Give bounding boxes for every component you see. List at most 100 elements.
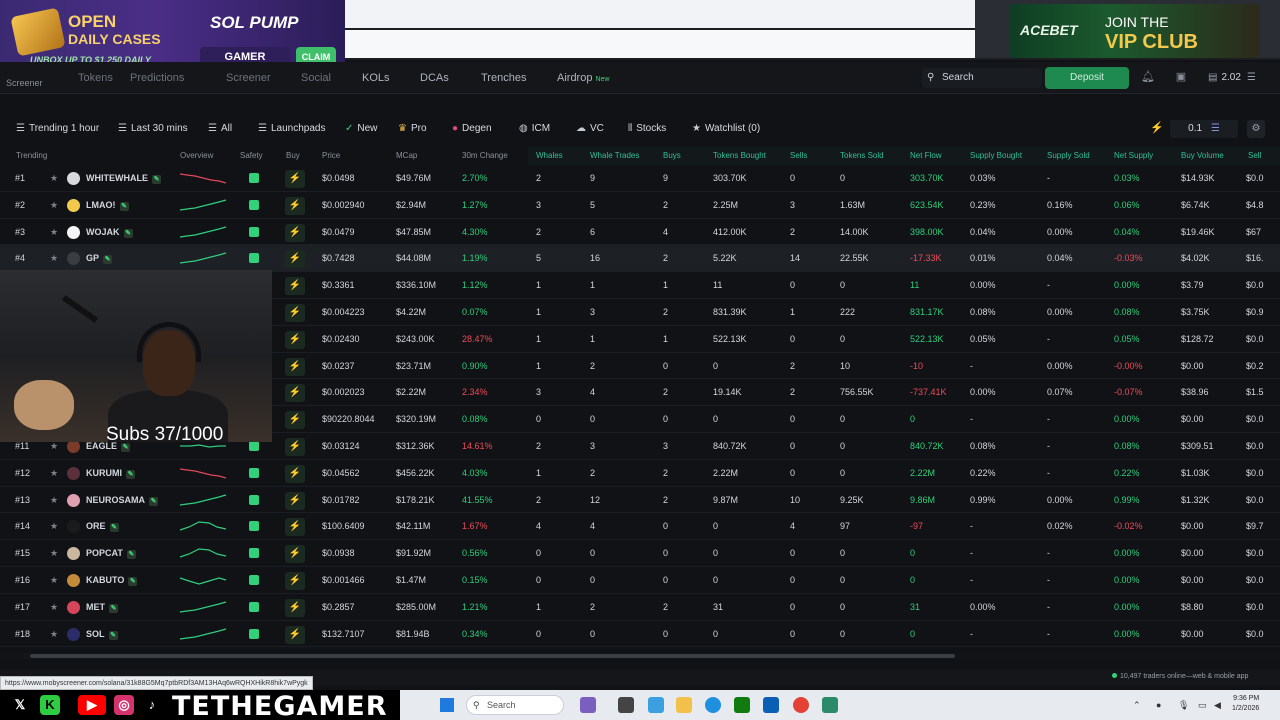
volume-icon[interactable]: ◀: [1214, 700, 1221, 711]
table-row[interactable]: #14 ★ ORE ✎ ⚡ $100.6409 $42.11M 1.67% 4 4 0 0 4 97 -97…: [0, 513, 1280, 541]
tray-chevron-icon[interactable]: ⌃: [1133, 700, 1141, 711]
quick-buy-amount-input[interactable]: 0.1 ☰: [1170, 120, 1238, 138]
nav-item-kols[interactable]: KOLs: [362, 72, 390, 84]
store-icon[interactable]: [763, 697, 779, 713]
quick-buy-button[interactable]: ⚡: [285, 598, 305, 617]
timeframe-filter[interactable]: ☰ Last 30 mins: [118, 120, 188, 138]
edge-icon[interactable]: [705, 697, 721, 713]
bell-icon[interactable]: 🔔︎: [1139, 70, 1157, 86]
taskbar-app-icon[interactable]: [618, 697, 634, 713]
taskbar-clock[interactable]: 9:36 PM 1/2/2026: [1232, 694, 1259, 714]
star-icon[interactable]: ★: [50, 173, 58, 184]
promo-banner-acebet[interactable]: ACEBET JOIN THE VIP CLUB: [1010, 4, 1260, 58]
col-buy[interactable]: Buy: [286, 151, 300, 160]
token-name-cell[interactable]: LMAO! ✎: [86, 200, 129, 211]
col-30m-change[interactable]: 30m Change: [462, 151, 508, 160]
star-icon[interactable]: ★: [50, 200, 58, 211]
col-price[interactable]: Price: [322, 151, 340, 160]
col-whale-trades[interactable]: Whale Trades: [590, 151, 639, 160]
degen-filter[interactable]: ● Degen: [452, 120, 492, 138]
star-icon[interactable]: ★: [50, 227, 58, 238]
col-supply-sold[interactable]: Supply Sold: [1047, 151, 1090, 160]
nav-item-screener[interactable]: Screener: [226, 72, 271, 84]
quick-buy-button[interactable]: ⚡: [285, 437, 305, 456]
col-tokens-bought[interactable]: Tokens Bought: [713, 151, 766, 160]
token-name-cell[interactable]: WOJAK ✎: [86, 227, 133, 238]
token-name-cell[interactable]: KURUMI ✎: [86, 468, 135, 479]
star-icon[interactable]: ★: [50, 521, 58, 532]
icm-filter[interactable]: ◍ ICM: [519, 120, 550, 138]
col-tokens-sold[interactable]: Tokens Sold: [840, 151, 884, 160]
col-buys[interactable]: Buys: [663, 151, 681, 160]
token-name-cell[interactable]: MET ✎: [86, 602, 118, 613]
taskbar-app-icon[interactable]: [822, 697, 838, 713]
browser-address-bar[interactable]: [345, 30, 975, 58]
quick-buy-button[interactable]: ⚡: [285, 625, 305, 644]
token-name-cell[interactable]: GP ✎: [86, 253, 113, 265]
table-row[interactable]: #1 ★ WHITEWHALE ✎ ⚡ $0.0498 $49.76M 2.70% 2 9 9 303…: [0, 165, 1280, 192]
quick-buy-button[interactable]: ⚡: [285, 571, 305, 590]
col-supply-bought[interactable]: Supply Bought: [970, 151, 1022, 160]
col-buy-volume[interactable]: Buy Volume: [1181, 151, 1224, 160]
col-trending[interactable]: Trending: [16, 151, 47, 160]
launchpads-filter[interactable]: ☰ Launchpads: [258, 120, 325, 138]
col-sell[interactable]: Sell: [1248, 151, 1261, 160]
quick-buy-button[interactable]: ⚡: [285, 303, 305, 322]
nav-item-trenches[interactable]: Trenches: [481, 72, 526, 84]
stocks-filter[interactable]: ⫴ Stocks: [628, 120, 666, 138]
quick-buy-button[interactable]: ⚡: [285, 518, 305, 537]
col-whales[interactable]: Whales: [536, 151, 563, 160]
deposit-button[interactable]: Deposit: [1045, 67, 1129, 89]
trending-filter[interactable]: ☰ Trending 1 hour: [16, 120, 99, 138]
windows-start-icon[interactable]: [440, 698, 454, 712]
star-icon[interactable]: ★: [50, 441, 58, 452]
table-row[interactable]: #16 ★ KABUTO ✎ ⚡ $0.001466 $1.47M 0.15% 0 0 0 0 0 0 0 -…: [0, 567, 1280, 594]
quick-buy-button[interactable]: ⚡: [285, 250, 305, 269]
quick-buy-button[interactable]: ⚡: [285, 170, 305, 188]
table-row[interactable]: #12 ★ KURUMI ✎ ⚡ $0.04562 $456.22K 4.03% 1 2 2 2.22…: [0, 460, 1280, 487]
token-name-cell[interactable]: ORE ✎: [86, 521, 119, 533]
wallet-icon[interactable]: ▣: [1172, 70, 1190, 86]
token-name-cell[interactable]: WHITEWHALE ✎: [86, 173, 161, 184]
folder-icon[interactable]: [676, 697, 692, 713]
table-row[interactable]: #4 ★ GP ✎ ⚡ $0.7428 $44.08M 1.19% 5 16 2 5.22K 14 22.…: [0, 245, 1280, 273]
star-icon[interactable]: ★: [50, 548, 58, 559]
quick-buy-button[interactable]: ⚡: [285, 545, 305, 564]
star-icon[interactable]: ★: [50, 575, 58, 586]
star-icon[interactable]: ★: [50, 602, 58, 613]
new-filter[interactable]: ✓ New: [345, 120, 377, 138]
quick-buy-button[interactable]: ⚡: [285, 196, 305, 215]
wallet-balance[interactable]: ▤ 2.02 ☰: [1208, 72, 1256, 83]
pro-filter[interactable]: ♛ Pro: [398, 120, 427, 138]
token-name-cell[interactable]: NEUROSAMA ✎: [86, 495, 159, 506]
all-filter[interactable]: ☰ All: [208, 120, 232, 138]
col-net-supply[interactable]: Net Supply: [1114, 151, 1153, 160]
xbox-icon[interactable]: [734, 697, 750, 713]
quick-buy-button[interactable]: ⚡: [285, 411, 305, 430]
token-name-cell[interactable]: POPCAT ✎: [86, 548, 136, 560]
col-overview[interactable]: Overview: [180, 151, 213, 160]
quick-buy-button[interactable]: ⚡: [285, 357, 305, 376]
col-mcap[interactable]: MCap: [396, 151, 417, 160]
token-name-cell[interactable]: EAGLE ✎: [86, 441, 131, 452]
quick-buy-button[interactable]: ⚡: [285, 491, 305, 510]
search-input[interactable]: ⚲ Search: [922, 68, 1042, 88]
star-icon[interactable]: ★: [50, 495, 58, 506]
star-icon[interactable]: ★: [50, 253, 58, 264]
nav-item-dcas[interactable]: DCAs: [420, 72, 449, 84]
table-row[interactable]: #15 ★ POPCAT ✎ ⚡ $0.0938 $91.92M 0.56% 0 0 0 0 0 0 0 - -…: [0, 540, 1280, 567]
taskbar-app-icon[interactable]: [580, 697, 596, 713]
screener-logo[interactable]: Screener: [6, 78, 43, 88]
table-row[interactable]: #3 ★ WOJAK ✎ ⚡ $0.0479 $47.85M 4.30% 2 6 4 412.00K 2…: [0, 219, 1280, 246]
nav-item-tokens[interactable]: Tokens: [78, 72, 113, 84]
network-icon[interactable]: ▭: [1198, 700, 1207, 711]
scrollbar-thumb[interactable]: [30, 654, 955, 658]
nav-item-social[interactable]: Social: [301, 72, 331, 84]
quick-buy-button[interactable]: ⚡: [285, 277, 305, 296]
quick-buy-button[interactable]: ⚡: [285, 464, 305, 483]
taskbar-search[interactable]: ⚲ Search: [466, 695, 564, 715]
table-row[interactable]: #18 ★ SOL ✎ ⚡ $132.7107 $81.94B 0.34% 0 0 0 0 0 0 0 - - 0…: [0, 621, 1280, 648]
quick-buy-button[interactable]: ⚡: [285, 384, 305, 403]
table-row[interactable]: #17 ★ MET ✎ ⚡ $0.2857 $285.00M 1.21% 1 2 2 31 0 0 31 0.…: [0, 594, 1280, 621]
nav-item-airdrop[interactable]: Airdrop New: [557, 72, 609, 84]
